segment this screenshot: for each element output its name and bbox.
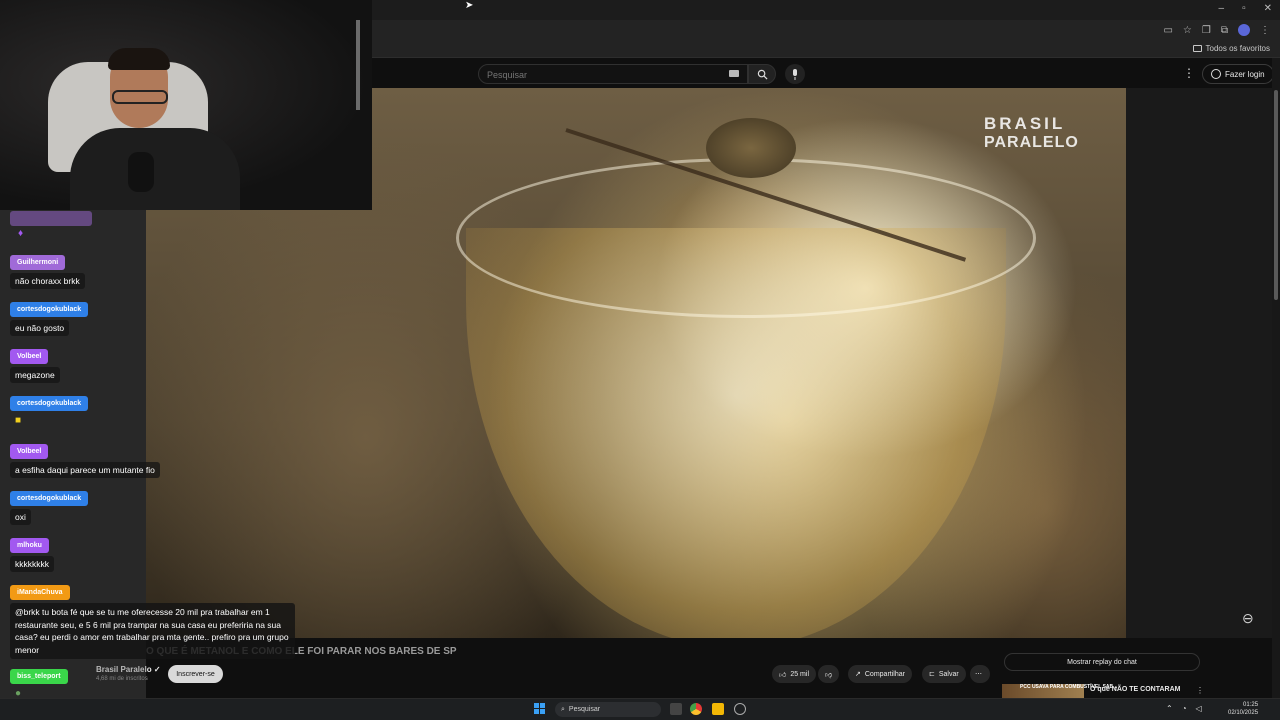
windows-logo-tile bbox=[534, 703, 539, 708]
brasil-paralelo-watermark: BRASIL PARALELO bbox=[984, 114, 1079, 152]
subscribe-button[interactable]: Inscrever-se bbox=[168, 665, 223, 683]
clock-time: 01:25 bbox=[1243, 702, 1259, 708]
maximize-button[interactable]: ▫ bbox=[1242, 3, 1246, 14]
share-button[interactable]: ↗ Compartilhar bbox=[848, 665, 912, 683]
file-explorer-icon[interactable] bbox=[712, 703, 724, 715]
close-button[interactable]: ✕ bbox=[1264, 3, 1272, 14]
like-count: 25 mil bbox=[790, 670, 810, 678]
chevron-up-icon[interactable]: ⌃ bbox=[1166, 704, 1173, 713]
profile-avatar[interactable] bbox=[1238, 24, 1250, 36]
search-icon: ⌕ bbox=[561, 705, 565, 713]
bookmark-icon: ⊏ bbox=[929, 671, 935, 678]
network-icon[interactable]: ◔ bbox=[1182, 704, 1187, 713]
minimize-button[interactable]: – bbox=[1219, 3, 1225, 14]
chat-username: mlhoku bbox=[10, 538, 49, 553]
chat-username: Guilhermoni bbox=[10, 255, 66, 270]
windows-taskbar: ⌕ Pesquisar ⌃ ◔ ◁ 01:25 02/10/2025 bbox=[0, 698, 1280, 720]
voice-search-button[interactable] bbox=[785, 64, 805, 84]
taskbar-search-placeholder: Pesquisar bbox=[568, 706, 601, 713]
search-icon bbox=[757, 69, 768, 80]
microphone-icon bbox=[793, 68, 797, 80]
chat-emote: ■ bbox=[15, 415, 22, 426]
search-button[interactable] bbox=[748, 64, 776, 84]
chat-message: kkkkkkkk bbox=[10, 556, 54, 572]
keyboard-icon[interactable] bbox=[729, 70, 739, 77]
chat-replay-button[interactable]: Mostrar replay do chat bbox=[1004, 653, 1200, 671]
volume-icon[interactable]: ◁ bbox=[1196, 704, 1202, 713]
person-glasses bbox=[112, 90, 168, 104]
chat-username: Volbeel bbox=[10, 349, 49, 364]
menu-icon[interactable]: ⋮ bbox=[1260, 25, 1270, 36]
like-button[interactable]: 👍︎ 25 mil bbox=[772, 665, 817, 683]
login-label: Fazer login bbox=[1225, 69, 1265, 79]
verified-icon: ✓ bbox=[153, 665, 161, 674]
chat-username: cortesdogokublack bbox=[10, 302, 89, 317]
taskbar-search[interactable]: ⌕ Pesquisar bbox=[555, 702, 661, 717]
all-bookmarks[interactable]: Todos os favoritos bbox=[1192, 44, 1270, 53]
video-glass-rim bbox=[456, 158, 1036, 318]
user-icon bbox=[1211, 69, 1221, 79]
chat-user-badge-faded bbox=[10, 211, 92, 226]
chat-message: eu não gosto bbox=[10, 320, 70, 336]
search-input[interactable] bbox=[479, 66, 719, 84]
dislike-button[interactable]: 👎︎ bbox=[818, 665, 840, 683]
screen: { "browser": { "window_controls": ["–", … bbox=[0, 0, 1280, 720]
save-label: Salvar bbox=[938, 670, 959, 678]
search-box bbox=[478, 64, 748, 84]
chat-emote: ♦ bbox=[18, 228, 24, 239]
window-controls: – ▫ ✕ bbox=[1219, 3, 1273, 14]
system-tray: ⌃ ◔ ◁ bbox=[1166, 704, 1202, 713]
chat-username: cortesdogokublack bbox=[10, 396, 89, 411]
settings-kebab-icon[interactable]: ⋮ bbox=[1183, 66, 1195, 80]
chat-username: Volbeel bbox=[10, 444, 49, 459]
scrollbar-thumb[interactable] bbox=[1274, 90, 1278, 300]
windows-logo-tile bbox=[540, 703, 545, 708]
right-sidebar bbox=[1126, 88, 1272, 638]
extensions-icon[interactable]: ❐ bbox=[1202, 25, 1211, 36]
chat-message: a esfiha daqui parece um mutante fio bbox=[10, 462, 160, 478]
app-icon[interactable] bbox=[734, 703, 746, 715]
clock-date: 02/10/2025 bbox=[1228, 710, 1259, 716]
mouse-cursor-icon: ➤ bbox=[465, 0, 474, 11]
star-icon[interactable]: ☆ bbox=[1183, 25, 1192, 36]
chat-username: cortesdogokublack bbox=[10, 491, 89, 506]
watermark-line1: BRASIL bbox=[984, 114, 1066, 133]
chat-message: oxi bbox=[10, 509, 31, 525]
sidebar-icon[interactable]: ⧉ bbox=[1221, 25, 1228, 36]
thumbs-down-icon: 👎︎ bbox=[825, 671, 833, 679]
toolbar-icons: ▭ ☆ ❐ ⧉ ⋮ bbox=[1163, 24, 1270, 36]
webcam-overlay bbox=[0, 0, 372, 210]
all-bookmarks-label: Todos os favoritos bbox=[1205, 44, 1270, 53]
more-icon: ⋯ bbox=[975, 671, 982, 678]
share-label: Compartilhar bbox=[864, 670, 905, 678]
windows-logo-tile bbox=[540, 709, 545, 714]
chat-username: iMandaChuva bbox=[10, 585, 70, 600]
person-hair bbox=[108, 48, 170, 70]
theater-mode-icon[interactable]: ⊖ bbox=[1242, 610, 1254, 627]
folder-icon bbox=[1192, 45, 1202, 52]
cast-icon[interactable]: ▭ bbox=[1163, 25, 1172, 36]
lamp-shape bbox=[356, 20, 360, 110]
person-torso bbox=[70, 128, 240, 210]
task-view-icon[interactable] bbox=[670, 703, 682, 715]
save-button[interactable]: ⊏ Salvar bbox=[922, 665, 966, 683]
taskbar-clock[interactable]: 01:25 02/10/2025 bbox=[1228, 701, 1258, 717]
login-button[interactable]: Fazer login bbox=[1202, 64, 1274, 84]
share-icon: ↗ bbox=[855, 671, 861, 678]
windows-logo-tile bbox=[534, 709, 539, 714]
chat-message: não choraxx brkk bbox=[10, 273, 85, 289]
chat-message-long: @brkk tu bota fé que se tu me oferecesse… bbox=[10, 603, 295, 659]
chat-username: biss_teleport bbox=[10, 669, 68, 684]
chrome-icon[interactable] bbox=[690, 703, 702, 715]
video-olive-shape bbox=[706, 118, 796, 178]
watermark-line2: PARALELO bbox=[984, 134, 1079, 151]
start-button[interactable] bbox=[534, 703, 546, 715]
more-actions-button[interactable]: ⋯ bbox=[970, 665, 990, 683]
recommendation-menu-icon[interactable]: ⋮ bbox=[1196, 686, 1204, 695]
recommendation-title[interactable]: O que NÃO TE CONTARAM bbox=[1090, 686, 1180, 693]
chat-message: megazone bbox=[10, 367, 60, 383]
thumbs-up-icon: 👍︎ bbox=[779, 671, 787, 679]
microphone-shape bbox=[128, 152, 154, 192]
